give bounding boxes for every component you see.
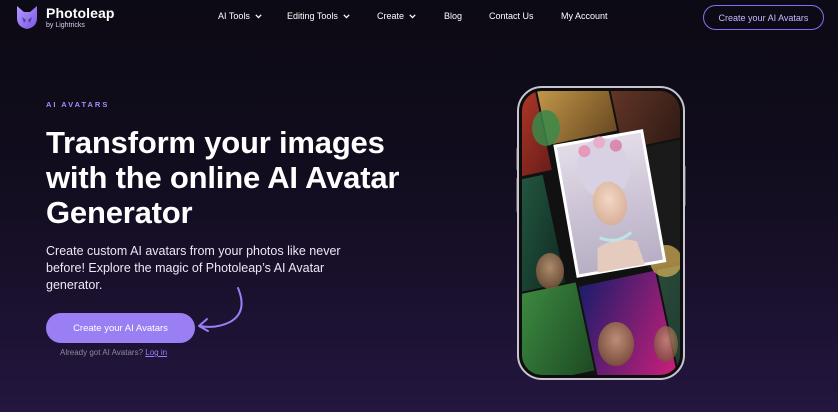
hero-eyebrow: AI AVATARS: [46, 100, 110, 109]
nav-label: Create: [377, 11, 405, 21]
nav-item-create[interactable]: Create: [377, 11, 416, 21]
login-prompt: Already got AI Avatars? Log in: [60, 348, 167, 357]
login-link[interactable]: Log in: [145, 348, 167, 357]
chevron-down-icon: [409, 13, 416, 18]
chevron-down-icon: [343, 13, 350, 18]
nav-label: Blog: [444, 11, 463, 21]
create-avatars-button[interactable]: Create your AI Avatars: [46, 313, 195, 343]
fox-logo-icon: [17, 6, 37, 29]
brand-name: Photoleap: [46, 4, 115, 21]
brand-logo[interactable]: Photoleap by Lightricks: [14, 3, 115, 31]
phone-mockup: [516, 86, 686, 380]
nav-item-contact-us[interactable]: Contact Us: [489, 11, 534, 21]
curved-arrow-icon: [198, 287, 243, 332]
brand-subtitle: by Lightricks: [46, 21, 85, 29]
nav-item-ai-tools[interactable]: AI Tools: [218, 11, 262, 21]
nav-label: AI Tools: [218, 11, 250, 21]
nav-item-blog[interactable]: Blog: [444, 11, 462, 21]
hero-title: Transform your images with the online AI…: [46, 125, 400, 230]
login-prompt-text: Already got AI Avatars?: [60, 348, 144, 357]
site-header: Photoleap by Lightricks AI Tools Editing…: [0, 0, 838, 36]
nav-item-editing-tools[interactable]: Editing Tools: [287, 11, 350, 21]
nav-label: My Account: [561, 11, 608, 21]
chevron-down-icon: [255, 13, 262, 18]
header-create-avatars-button[interactable]: Create your AI Avatars: [703, 5, 824, 30]
nav-item-my-account[interactable]: My Account: [561, 11, 608, 21]
nav-label: Contact Us: [489, 11, 534, 21]
nav-label: Editing Tools: [287, 11, 338, 21]
